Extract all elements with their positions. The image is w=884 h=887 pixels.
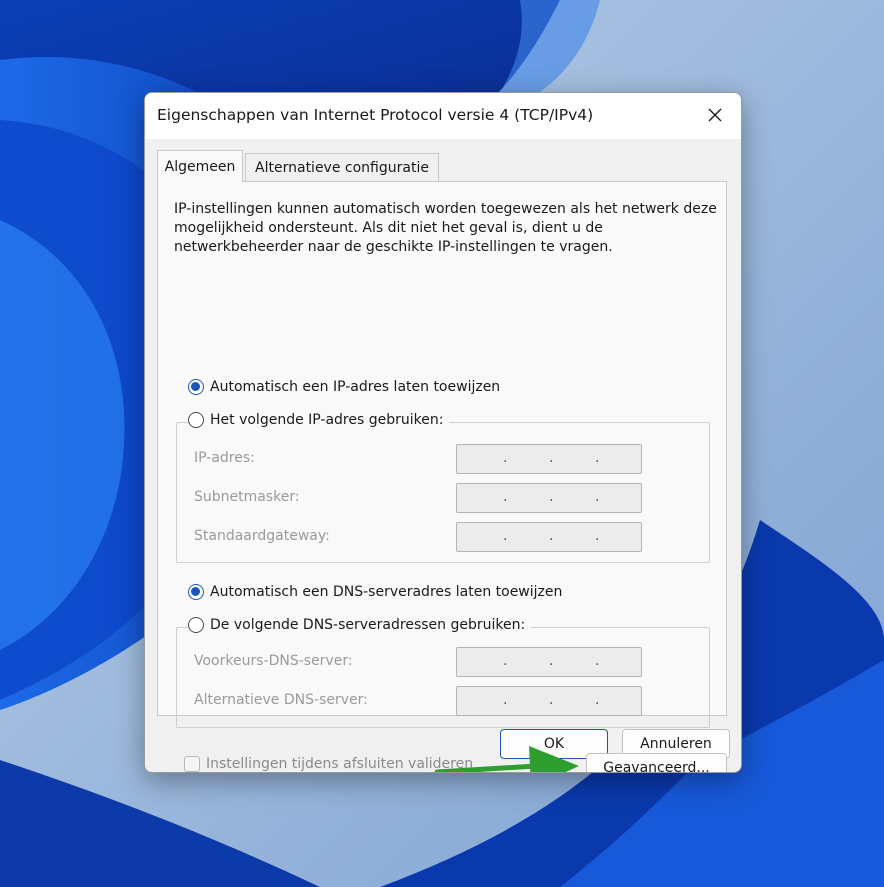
ip-address-field[interactable]: . . . xyxy=(456,444,642,474)
preferred-dns-field[interactable]: . . . xyxy=(456,647,642,677)
octet-separator: . xyxy=(595,450,600,466)
validate-on-exit-checkbox[interactable]: Instellingen tijdens afsluiten valideren xyxy=(184,756,473,772)
dns-manual-label: De volgende DNS-serveradressen gebruiken… xyxy=(210,617,526,633)
octet-separator: . xyxy=(503,653,508,669)
radio-selected-icon xyxy=(188,584,204,600)
octet-separator: . xyxy=(503,450,508,466)
alternate-dns-label: Alternatieve DNS-server: xyxy=(194,692,368,708)
general-tab-panel: IP-instellingen kunnen automatisch worde… xyxy=(157,181,727,772)
close-icon xyxy=(708,108,722,122)
octet-separator: . xyxy=(595,528,600,544)
octet-separator: . xyxy=(503,528,508,544)
tcpip-properties-dialog: Eigenschappen van Internet Protocol vers… xyxy=(144,92,742,773)
ip-manual-radio[interactable]: Het volgende IP-adres gebruiken: xyxy=(188,412,450,428)
radio-unselected-icon xyxy=(188,412,204,428)
tab-alternatieve-configuratie[interactable]: Alternatieve configuratie xyxy=(245,153,439,181)
alternate-dns-field[interactable]: . . . xyxy=(456,686,642,716)
ip-auto-radio[interactable]: Automatisch een IP-adres laten toewijzen xyxy=(188,379,507,395)
arrow-right-icon xyxy=(434,746,579,772)
octet-separator: . xyxy=(595,653,600,669)
ip-manual-label: Het volgende IP-adres gebruiken: xyxy=(210,412,444,428)
dns-auto-radio[interactable]: Automatisch een DNS-serveradres laten to… xyxy=(188,584,569,600)
octet-separator: . xyxy=(549,489,554,505)
octet-separator: . xyxy=(503,489,508,505)
dns-auto-label: Automatisch een DNS-serveradres laten to… xyxy=(210,584,563,600)
dialog-title: Eigenschappen van Internet Protocol vers… xyxy=(157,106,594,124)
advanced-button[interactable]: Geavanceerd... xyxy=(586,753,727,772)
subnet-mask-field[interactable]: . . . xyxy=(456,483,642,513)
octet-separator: . xyxy=(549,528,554,544)
close-button[interactable] xyxy=(697,99,733,131)
ip-auto-label: Automatisch een IP-adres laten toewijzen xyxy=(210,379,501,395)
subnet-mask-label: Subnetmasker: xyxy=(194,489,300,505)
ip-address-label: IP-adres: xyxy=(194,450,255,466)
preferred-dns-label: Voorkeurs-DNS-server: xyxy=(194,653,353,669)
tab-algemeen[interactable]: Algemeen xyxy=(157,150,243,182)
octet-separator: . xyxy=(595,692,600,708)
default-gateway-field[interactable]: . . . xyxy=(456,522,642,552)
intro-text: IP-instellingen kunnen automatisch worde… xyxy=(174,201,717,255)
default-gateway-label: Standaardgateway: xyxy=(194,528,330,544)
octet-separator: . xyxy=(549,653,554,669)
checkbox-unchecked-icon xyxy=(184,756,200,772)
octet-separator: . xyxy=(595,489,600,505)
radio-unselected-icon xyxy=(188,617,204,633)
octet-separator: . xyxy=(503,692,508,708)
dns-manual-radio[interactable]: De volgende DNS-serveradressen gebruiken… xyxy=(188,617,532,633)
octet-separator: . xyxy=(549,692,554,708)
title-bar[interactable]: Eigenschappen van Internet Protocol vers… xyxy=(145,93,741,139)
radio-selected-icon xyxy=(188,379,204,395)
octet-separator: . xyxy=(549,450,554,466)
